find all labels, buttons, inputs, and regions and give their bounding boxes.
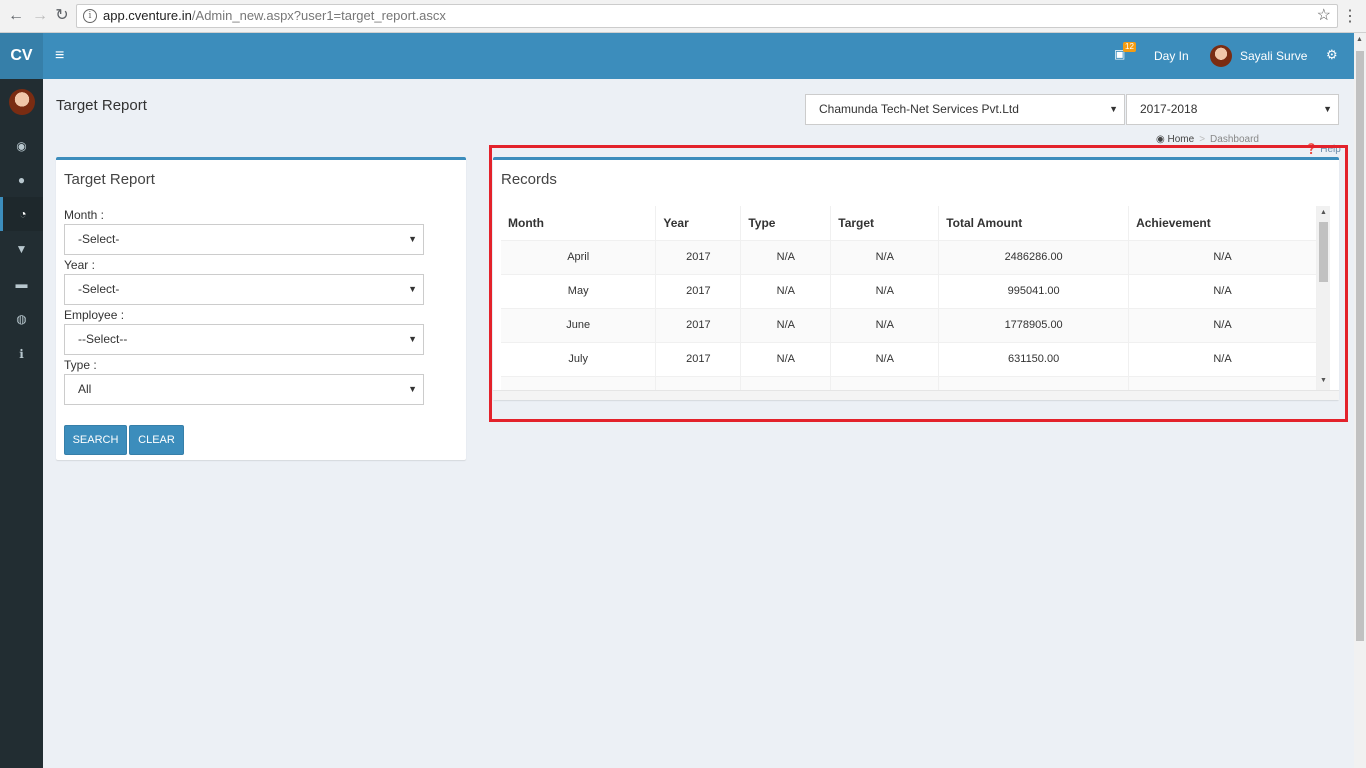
notification-badge: 12 (1123, 42, 1136, 52)
reload-icon[interactable]: ↻ (52, 6, 72, 26)
scroll-up-arrow-icon[interactable]: ▲ (1356, 36, 1363, 43)
url-host: app.cventure.in (103, 8, 192, 23)
browser-menu-icon[interactable]: ⋮ (1342, 6, 1358, 26)
url-path: /Admin_new.aspx?user1=target_report.ascx (191, 8, 446, 23)
hamburger-menu-icon[interactable]: ≡ (55, 33, 64, 79)
scrollbar-thumb[interactable] (1356, 51, 1364, 641)
back-icon[interactable]: ← (6, 6, 26, 26)
filter-box-title: Target Report (64, 171, 155, 188)
financial-year-value: 2017-2018 (1140, 102, 1198, 116)
type-label: Type : (64, 358, 97, 372)
dashboard-icon[interactable]: ◉ (0, 129, 43, 163)
top-navbar: ≡ ▣ 12 Day In Sayali Surve ⚙ (43, 33, 1354, 79)
breadcrumb-separator: > (1199, 134, 1206, 145)
credit-card-icon[interactable]: ▬ (0, 267, 43, 301)
window-scrollbar[interactable]: ▲ (1354, 33, 1366, 768)
company-select-value: Chamunda Tech-Net Services Pvt.Ltd (819, 102, 1019, 116)
month-select-value: -Select- (78, 232, 120, 246)
cart-icon[interactable]: ▼ (0, 232, 43, 266)
sidebar-avatar (9, 89, 35, 115)
employee-label: Employee : (64, 308, 125, 322)
bookmark-star-icon[interactable]: ☆ (1317, 5, 1331, 27)
highlight-rectangle (489, 145, 1348, 422)
browser-toolbar: ← → ↻ i app.cventure.in/Admin_new.aspx?u… (0, 0, 1366, 33)
dropdown-caret-icon: ▼ (1109, 104, 1118, 114)
settings-gears-icon[interactable]: ⚙ (1326, 33, 1338, 77)
page-title: Target Report (56, 97, 147, 114)
breadcrumb-home[interactable]: Home (1168, 134, 1195, 145)
breadcrumb: ◉ Home > Dashboard (1156, 134, 1259, 145)
dropdown-caret-icon: ▼ (408, 334, 417, 344)
user-avatar[interactable] (1210, 45, 1232, 67)
forward-icon[interactable]: → (30, 6, 50, 26)
month-select[interactable]: -Select- ▼ (64, 224, 424, 255)
type-select[interactable]: All ▼ (64, 374, 424, 405)
dropdown-caret-icon: ▼ (408, 284, 417, 294)
day-in-link[interactable]: Day In (1154, 33, 1189, 79)
info-icon[interactable]: ℹ (0, 337, 43, 371)
type-select-value: All (78, 382, 92, 396)
dropdown-caret-icon: ▼ (1323, 104, 1332, 114)
sidebar: CV ◉ ● ◔ ▼ ▬ ◍ ℹ (0, 33, 43, 768)
year-select-value: -Select- (78, 282, 120, 296)
dropdown-caret-icon: ▼ (408, 384, 417, 394)
employee-select-value: --Select-- (78, 332, 128, 346)
month-label: Month : (64, 208, 105, 222)
site-info-icon[interactable]: i (83, 9, 97, 23)
search-button[interactable]: SEARCH (64, 425, 127, 455)
financial-year-select[interactable]: 2017-2018 ▼ (1126, 94, 1339, 125)
year-label: Year : (64, 258, 95, 272)
year-select[interactable]: -Select- ▼ (64, 274, 424, 305)
user-name[interactable]: Sayali Surve (1240, 33, 1307, 79)
clear-button[interactable]: CLEAR (129, 425, 184, 455)
logo[interactable]: CV (0, 33, 43, 79)
globe-icon[interactable]: ◍ (0, 302, 43, 336)
pie-chart-icon[interactable]: ◔ (0, 197, 43, 231)
address-bar[interactable]: i app.cventure.in/Admin_new.aspx?user1=t… (76, 4, 1338, 28)
dropdown-caret-icon: ▼ (408, 234, 417, 244)
dashboard-icon: ◉ (1156, 134, 1165, 145)
user-icon[interactable]: ● (0, 163, 43, 197)
company-select[interactable]: Chamunda Tech-Net Services Pvt.Ltd ▼ (805, 94, 1125, 125)
employee-select[interactable]: --Select-- ▼ (64, 324, 424, 355)
breadcrumb-current: Dashboard (1210, 134, 1259, 145)
